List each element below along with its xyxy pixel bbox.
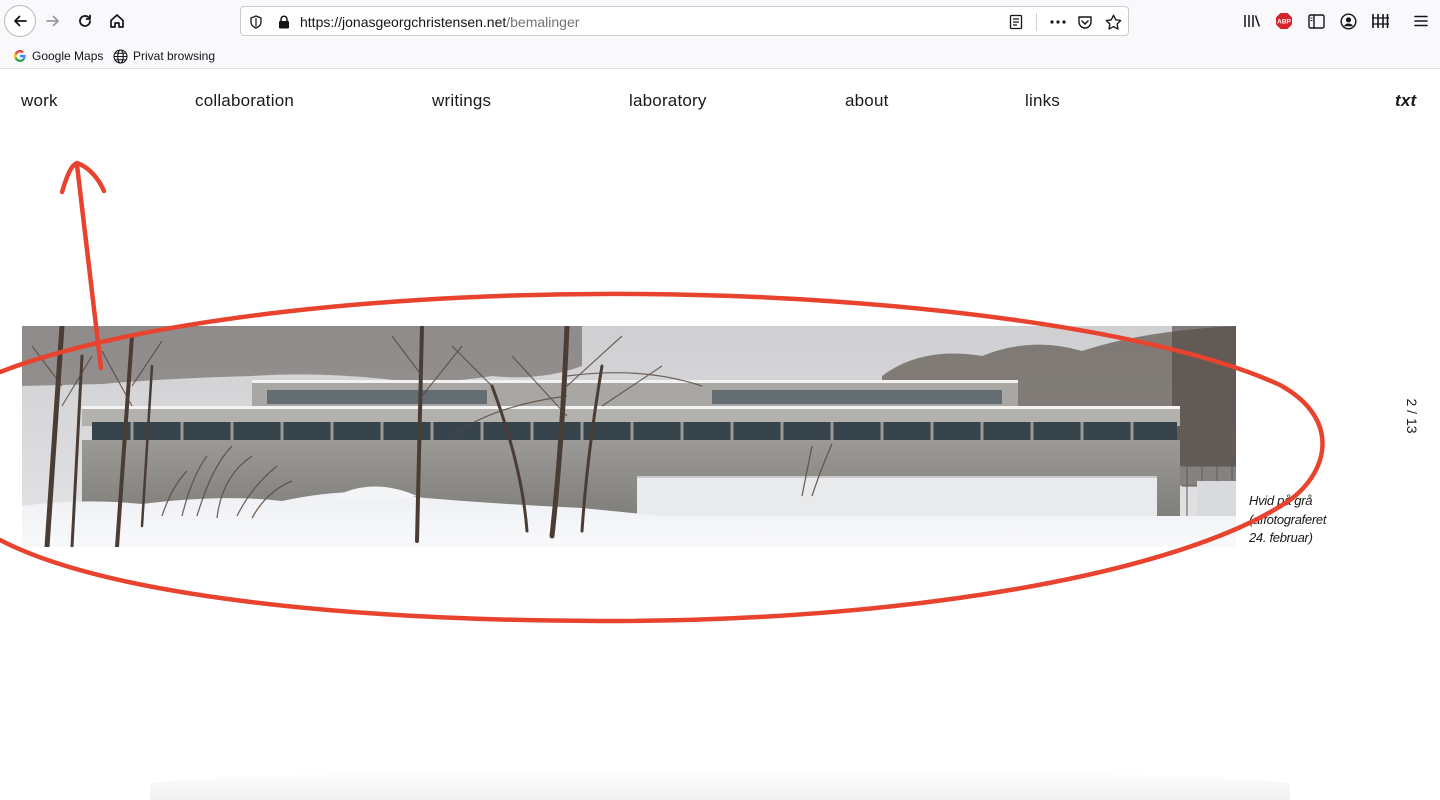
slide-counter[interactable]: 2 / 13 xyxy=(1401,396,1423,436)
nav-writings[interactable]: writings xyxy=(432,91,491,111)
shield-icon[interactable] xyxy=(247,13,265,31)
browser-toolbar: https://jonasgeorgchristensen.net/bemali… xyxy=(0,0,1440,42)
home-icon xyxy=(110,14,124,28)
account-icon[interactable] xyxy=(1338,11,1358,31)
google-icon xyxy=(14,50,26,62)
url-host: https://jonasgeorgchristensen.net xyxy=(300,14,507,30)
bookmark-star-icon[interactable] xyxy=(1104,13,1122,31)
bookmark-google-maps[interactable]: Google Maps xyxy=(13,47,103,65)
url-bar[interactable]: https://jonasgeorgchristensen.net/bemali… xyxy=(240,6,1129,36)
home-button[interactable] xyxy=(101,5,133,37)
back-button[interactable] xyxy=(4,5,36,37)
bookmarks-bar: Google Maps Privat browsing xyxy=(0,42,1440,69)
bookmark-label: Privat browsing xyxy=(133,49,216,63)
adblock-icon[interactable]: ABP xyxy=(1274,11,1294,31)
globe-icon xyxy=(113,48,128,64)
reader-view-icon[interactable] xyxy=(1007,13,1025,31)
nav-txt[interactable]: txt xyxy=(1395,91,1416,111)
forward-button[interactable] xyxy=(37,5,69,37)
url-separator xyxy=(1036,13,1037,31)
nav-work[interactable]: work xyxy=(21,91,58,111)
more-actions-icon[interactable] xyxy=(1049,13,1067,31)
nav-laboratory[interactable]: laboratory xyxy=(629,91,707,111)
extension-icon[interactable] xyxy=(1370,11,1390,31)
reload-icon xyxy=(79,14,91,27)
nav-links[interactable]: links xyxy=(1025,91,1060,111)
nav-about[interactable]: about xyxy=(845,91,889,111)
menu-icon[interactable] xyxy=(1411,11,1431,31)
url-text[interactable]: https://jonasgeorgchristensen.net/bemali… xyxy=(300,14,579,30)
caption-line: (affotograferet xyxy=(1249,511,1327,527)
arrow-right-icon xyxy=(46,15,59,27)
caption-date: 24. februar) xyxy=(1249,530,1313,545)
pocket-icon[interactable] xyxy=(1076,13,1094,31)
reload-button[interactable] xyxy=(69,5,101,37)
nav-collaboration[interactable]: collaboration xyxy=(195,91,294,111)
bottom-shadow xyxy=(150,770,1290,800)
caption-title: Hvid på grå xyxy=(1249,493,1313,508)
library-icon[interactable] xyxy=(1242,11,1262,31)
slide-counter-text: 2 / 13 xyxy=(1404,398,1420,434)
sidebar-icon[interactable] xyxy=(1306,11,1326,31)
lock-icon[interactable] xyxy=(275,13,293,31)
url-path: /bemalinger xyxy=(506,14,580,30)
bookmark-privat-browsing[interactable]: Privat browsing xyxy=(113,47,215,65)
panorama-photo[interactable] xyxy=(22,326,1236,547)
arrow-left-icon xyxy=(14,15,27,27)
photo-caption: Hvid på grå (affotograferet 24. februar) xyxy=(1249,492,1359,548)
bookmark-label: Google Maps xyxy=(32,49,104,63)
adblock-badge: ABP xyxy=(1277,19,1291,26)
